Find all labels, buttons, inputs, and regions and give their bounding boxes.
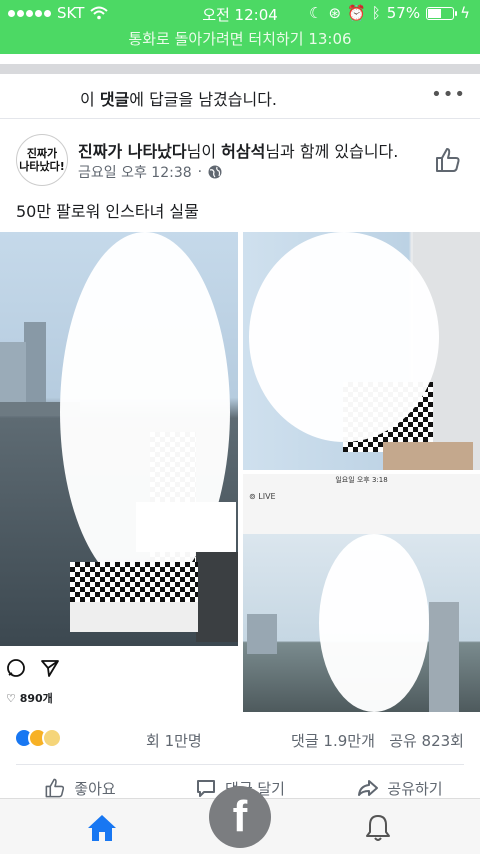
moon-icon: ☾ — [309, 4, 323, 22]
post-photo-1[interactable] — [0, 232, 238, 646]
thumbs-up-icon — [45, 778, 65, 798]
post-time[interactable]: 금요일 오후 12:38 — [78, 162, 192, 182]
share-icon — [358, 780, 379, 796]
battery-percent: 57% — [386, 4, 421, 22]
battery-icon — [426, 6, 458, 20]
globe-icon — [208, 165, 222, 179]
notice-highlight: 댓글 — [99, 90, 130, 109]
divider — [0, 118, 480, 119]
post-photo-2[interactable] — [243, 232, 480, 470]
activity-notice[interactable]: 이 댓글에 답글을 남겼습니다. — [16, 86, 277, 110]
inner-actions — [6, 658, 60, 678]
divider — [16, 764, 464, 765]
facebook-logo-button[interactable]: f — [209, 786, 271, 848]
comment-count[interactable]: 댓글 1.9만개 — [291, 732, 375, 750]
lock-rotation-icon: ⊛ — [328, 4, 342, 22]
reaction-icons — [14, 728, 62, 748]
wow-reaction-icon — [42, 728, 62, 748]
inner-likes: ♡ 890개 — [6, 692, 53, 705]
alarm-icon: ⏰ — [347, 4, 366, 22]
tagged-person[interactable]: 허삼석 — [221, 142, 265, 161]
bell-icon[interactable] — [364, 813, 392, 843]
author-name[interactable]: 진짜가 나타났다 — [78, 142, 187, 161]
charging-icon: ϟ — [460, 4, 470, 22]
comment-icon — [197, 780, 216, 797]
comment-icon — [7, 659, 25, 677]
post-text: 50만 팔로워 인스타녀 실물 — [16, 202, 199, 221]
call-banner[interactable]: 통화로 돌아가려면 터치하기 13:06 — [0, 28, 480, 49]
inner-status: 일요일 오후 3:18 — [335, 476, 388, 484]
share-count[interactable]: 공유 823회 — [389, 732, 464, 750]
status-bar: SKT 오전 12:04 ☾ ⊛ ⏰ ᛒ 57% ϟ 통화로 돌아가려면 터치하… — [0, 0, 480, 54]
bluetooth-icon: ᛒ — [371, 4, 381, 22]
reaction-count[interactable]: 회 1만명 — [146, 730, 202, 751]
post-photo-3[interactable]: 일요일 오후 3:18 ⊚ LIVE — [243, 474, 480, 712]
live-label: ⊚ LIVE — [249, 492, 276, 501]
heart-icon: ♡ — [6, 692, 16, 705]
home-icon[interactable] — [86, 813, 118, 843]
post-author-line: 진짜가 나타났다님이 허삼석님과 함께 있습니다. — [78, 142, 399, 161]
comment-share-counts[interactable]: 댓글 1.9만개 공유 823회 — [291, 730, 464, 751]
reactions-row[interactable]: 회 1만명 댓글 1.9만개 공유 823회 — [0, 722, 480, 756]
avatar[interactable]: 진짜가 나타났다! — [16, 134, 68, 186]
send-icon — [41, 660, 59, 677]
more-icon[interactable]: ••• — [431, 84, 466, 105]
separator — [0, 64, 480, 74]
thumbs-up-icon[interactable] — [434, 146, 462, 174]
post-meta: 금요일 오후 12:38 · — [78, 162, 222, 182]
